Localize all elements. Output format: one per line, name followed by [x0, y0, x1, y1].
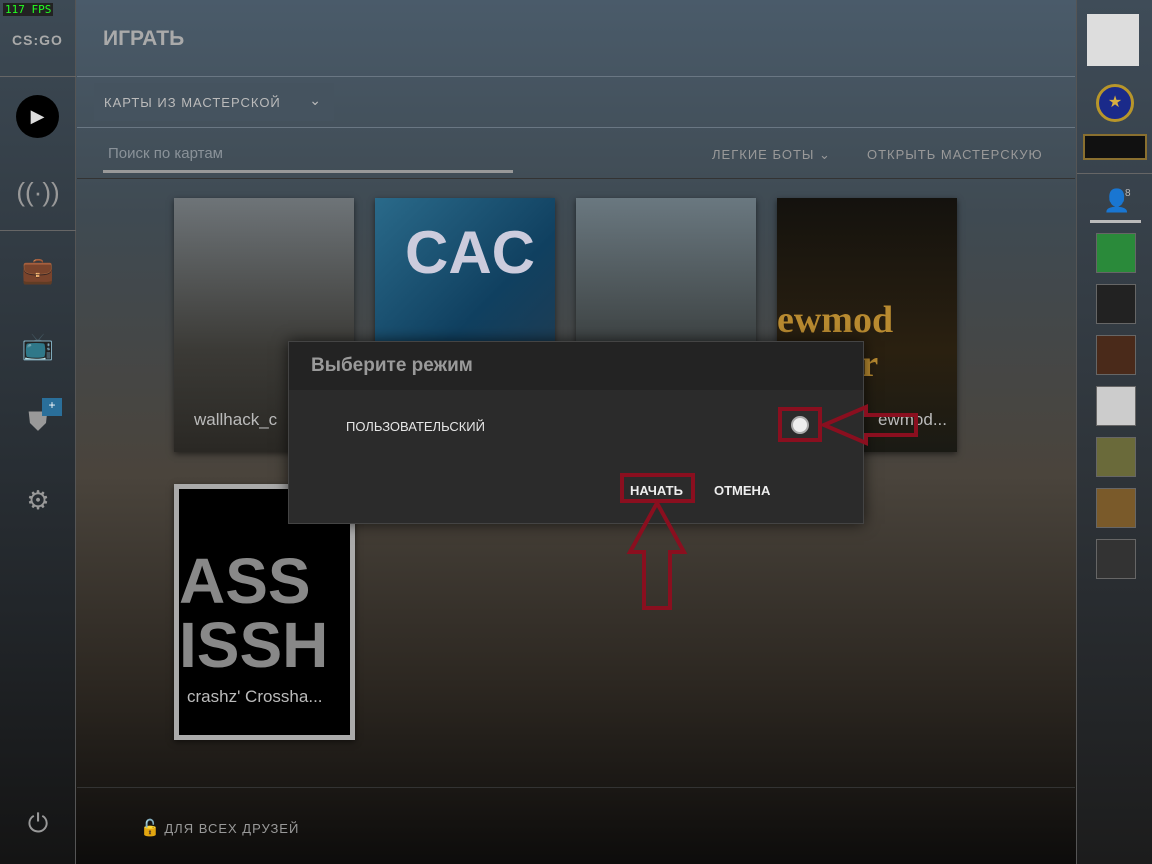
arrow-up-annotation [626, 498, 688, 610]
annotation-arrows [626, 403, 918, 610]
friend-avatar[interactable] [1096, 284, 1136, 324]
friend-avatar[interactable] [1096, 386, 1136, 426]
friend-avatar[interactable] [1096, 335, 1136, 375]
friend-avatar[interactable] [1096, 488, 1136, 528]
friend-avatar[interactable] [1096, 539, 1136, 579]
friend-avatar[interactable] [1096, 437, 1136, 477]
friend-avatar[interactable] [1096, 233, 1136, 273]
friends-count: 8 [1125, 188, 1131, 199]
skill-group-icon [1083, 134, 1147, 160]
user-avatar[interactable] [1087, 14, 1139, 66]
arrow-left-annotation [818, 403, 918, 447]
privacy-toggle[interactable]: 🔓 ДЛЯ ВСЕХ ДРУЗЕЙ [140, 818, 299, 838]
unlock-icon: 🔓 [140, 820, 160, 837]
rank-badge-icon: ★ [1096, 84, 1134, 122]
right-sidebar: ★ 👤 8 [1076, 0, 1152, 864]
